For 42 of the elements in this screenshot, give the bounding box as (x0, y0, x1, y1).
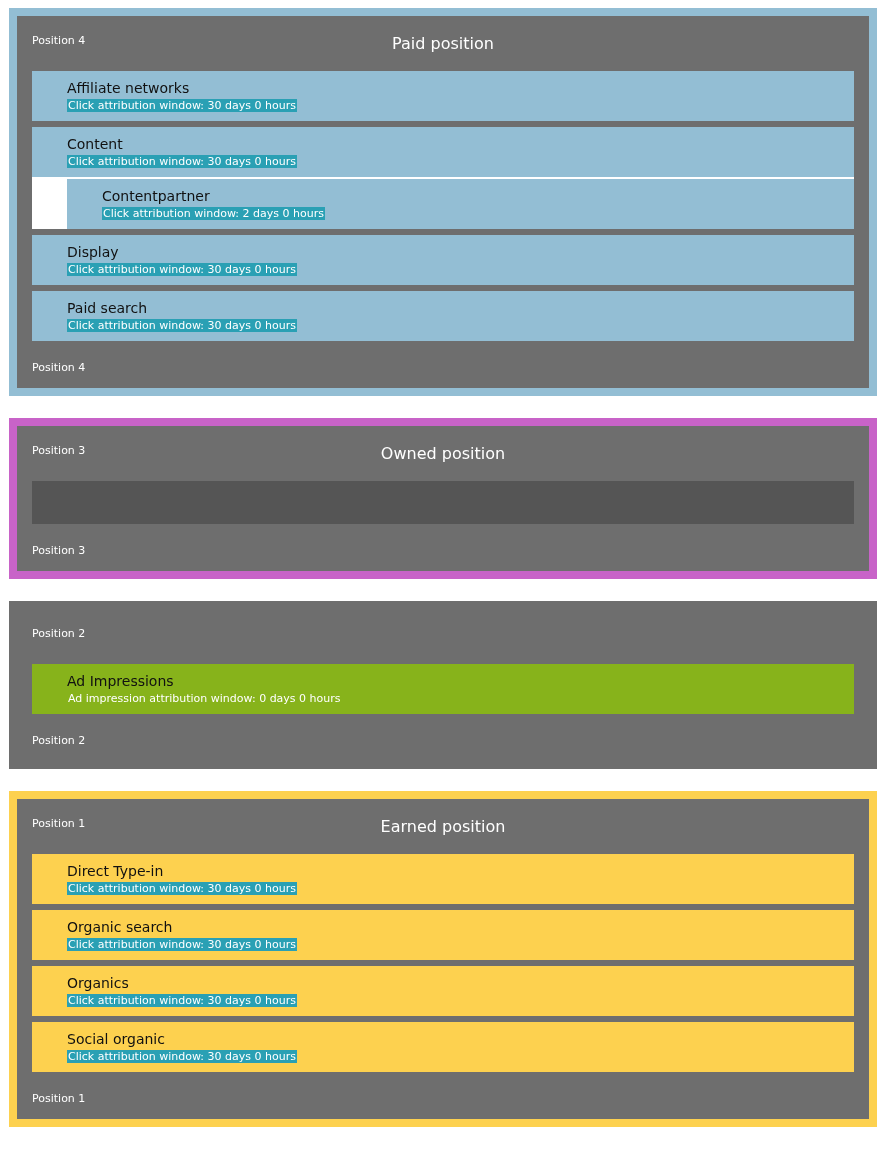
channel-row[interactable]: Display Click attribution window: 30 days 0 hours (32, 235, 854, 285)
position-label: Position 3 (32, 444, 86, 457)
attribution-window-text: Click attribution window: 30 days 0 hours (67, 155, 297, 168)
position-label: Position 3 (32, 543, 87, 559)
position-label: Position 2 (32, 733, 87, 749)
attribution-window-text: Click attribution window: 30 days 0 hours (67, 1050, 297, 1063)
channel-name: Content (67, 136, 123, 152)
attribution-window-text: Click attribution window: 30 days 0 hours (67, 994, 297, 1007)
channel-row[interactable]: Contentpartner Click attribution window: 2 days 0 hours (67, 179, 854, 229)
channel-row[interactable]: Paid search Click attribution window: 30 days 0 hours (32, 291, 854, 341)
position-label: Position 1 (32, 817, 86, 830)
section-title: Owned position (380, 444, 506, 463)
channel-name: Contentpartner (102, 188, 210, 204)
empty-drop-zone[interactable] (32, 481, 854, 524)
attribution-window-text: Ad impression attribution window: 0 days 0 hours (67, 692, 342, 705)
channel-name: Social organic (67, 1031, 165, 1047)
channel-name: Paid search (67, 300, 148, 316)
attribution-window-text: Click attribution window: 30 days 0 hours (67, 319, 297, 332)
attribution-window-text: Click attribution window: 30 days 0 hours (67, 882, 297, 895)
channel-row[interactable]: Content Click attribution window: 30 days 0 hours (32, 127, 854, 177)
position-label: Position 1 (32, 1091, 87, 1107)
channel-name: Ad Impressions (67, 673, 174, 689)
section-title: Paid position (392, 34, 494, 53)
channel-name: Organic search (67, 919, 173, 935)
channel-row[interactable]: Direct Type-in Click attribution window: 30 days 0 hours (32, 854, 854, 904)
channel-name: Display (67, 244, 119, 260)
channel-row[interactable]: Organics Click attribution window: 30 days 0 hours (32, 966, 854, 1016)
attribution-window-text: Click attribution window: 30 days 0 hours (67, 99, 297, 112)
attribution-window-text: Click attribution window: 30 days 0 hours (67, 938, 297, 951)
channel-name: Direct Type-in (67, 863, 164, 879)
channel-row[interactable]: Affiliate networks Click attribution window: 30 days 0 hours (32, 71, 854, 121)
section-title: Earned position (380, 817, 506, 836)
position-label: Position 4 (32, 34, 86, 47)
channel-name: Affiliate networks (67, 80, 190, 96)
channel-row[interactable]: Ad Impressions Ad impression attribution window: 0 days 0 hours (32, 664, 854, 714)
channel-row[interactable]: Organic search Click attribution window: 30 days 0 hours (32, 910, 854, 960)
attribution-window-text: Click attribution window: 2 days 0 hours (102, 207, 325, 220)
channel-name: Organics (67, 975, 129, 991)
channel-row[interactable]: Social organic Click attribution window: 30 days 0 hours (32, 1022, 854, 1072)
position-label: Position 2 (32, 627, 86, 640)
attribution-window-text: Click attribution window: 30 days 0 hours (67, 263, 297, 276)
position-label: Position 4 (32, 360, 87, 376)
